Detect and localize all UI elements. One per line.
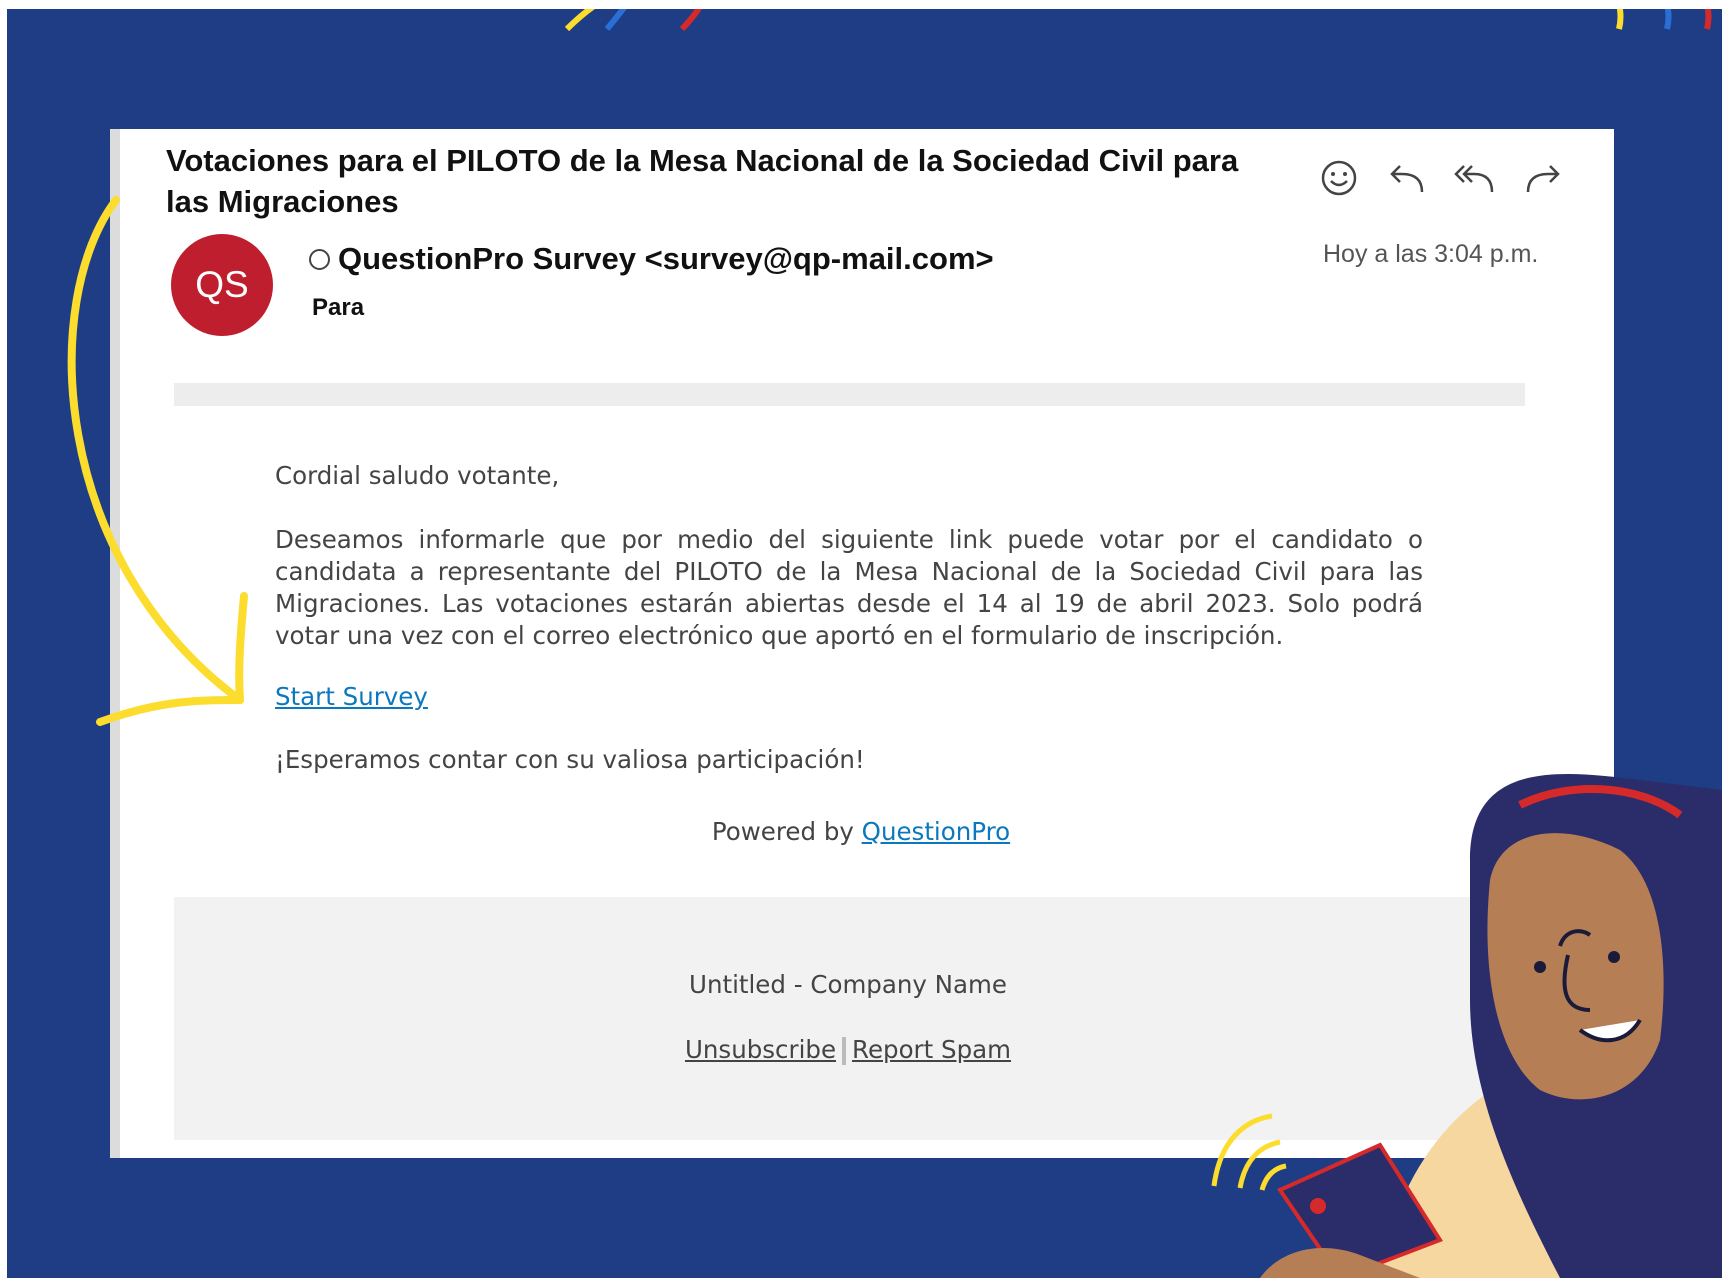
received-date: Hoy a las 3:04 p.m. — [1323, 240, 1539, 268]
email-subject: Votaciones para el PILOTO de la Mesa Nac… — [166, 143, 1239, 219]
email-actions — [1316, 156, 1566, 200]
top-decoration — [564, 9, 1712, 32]
sender-name[interactable]: QuestionPro Survey <survey@qp-mail.com> — [338, 241, 994, 277]
sender-row: QuestionPro Survey <survey@qp-mail.com> — [309, 241, 994, 277]
email-footer — [174, 897, 1525, 1140]
recipient-label: Para — [312, 294, 365, 321]
sender-avatar: QS — [171, 234, 273, 336]
report-spam-link[interactable]: Report Spam — [852, 1035, 1011, 1064]
powered-prefix: Powered by — [711, 817, 854, 846]
footer-links: Unsubscribe Report Spam — [0, 1035, 1696, 1065]
forward-icon[interactable] — [1520, 156, 1566, 200]
powered-by: Powered by QuestionPro — [0, 817, 1722, 846]
unread-radio-icon[interactable] — [309, 248, 330, 270]
email-paragraph: Deseamos informarle que por medio del si… — [275, 525, 1423, 650]
company-name: Untitled - Company Name — [689, 970, 1007, 999]
unsubscribe-link[interactable]: Unsubscribe — [685, 1035, 836, 1064]
link-separator — [842, 1037, 847, 1065]
smiley-icon[interactable] — [1316, 156, 1362, 200]
reply-all-icon[interactable] — [1452, 156, 1498, 200]
email-header-divider — [174, 383, 1525, 406]
reply-icon[interactable] — [1384, 156, 1430, 200]
questionpro-link[interactable]: QuestionPro — [862, 817, 1010, 846]
start-survey-link[interactable]: Start Survey — [275, 682, 1423, 711]
email-greeting: Cordial saludo votante, — [275, 461, 560, 490]
email-closing: ¡Esperamos contar con su valiosa partici… — [275, 745, 865, 774]
